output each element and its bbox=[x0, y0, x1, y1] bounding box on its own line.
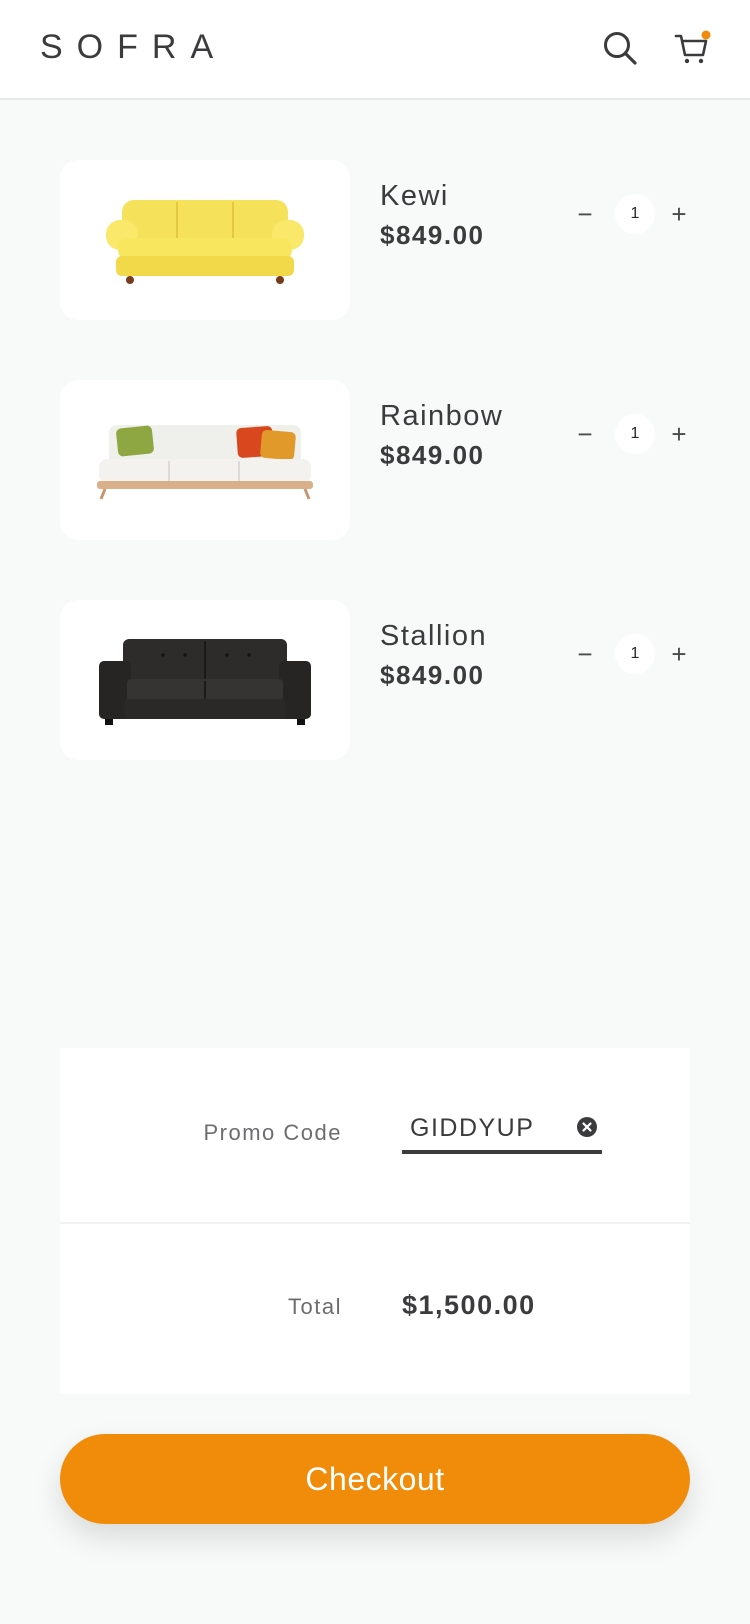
increase-quantity-button[interactable]: + bbox=[664, 194, 694, 234]
quantity-value: 1 bbox=[615, 194, 655, 234]
product-image[interactable] bbox=[60, 380, 350, 540]
product-image[interactable] bbox=[60, 160, 350, 320]
item-name: Kewi bbox=[380, 180, 449, 212]
black-leather-sofa-image bbox=[99, 639, 311, 725]
decrease-quantity-button[interactable]: − bbox=[570, 414, 600, 454]
quantity-value: 1 bbox=[615, 414, 655, 454]
promo-code-input[interactable] bbox=[410, 1106, 570, 1150]
increase-quantity-button[interactable]: + bbox=[664, 634, 694, 674]
yellow-sofa-image bbox=[106, 200, 304, 284]
item-price: $849.00 bbox=[380, 660, 485, 690]
increase-quantity-button[interactable]: + bbox=[664, 414, 694, 454]
checkout-button[interactable]: Checkout bbox=[60, 1434, 690, 1524]
item-name: Rainbow bbox=[380, 400, 504, 432]
cart-item-stallion: Stallion $849.00 − 1 + bbox=[60, 600, 700, 760]
quantity-stepper: − 1 + bbox=[570, 194, 700, 234]
cart-item-rainbow: Rainbow $849.00 − 1 + bbox=[60, 380, 700, 540]
order-summary: Promo Code Total $1,500.00 bbox=[60, 1048, 690, 1394]
search-icon[interactable] bbox=[600, 28, 640, 68]
promo-code-label: Promo Code bbox=[203, 1120, 342, 1145]
promo-code-row: Promo Code bbox=[60, 1048, 690, 1224]
decrease-quantity-button[interactable]: − bbox=[570, 634, 600, 674]
white-sofa-image bbox=[97, 425, 313, 500]
decrease-quantity-button[interactable]: − bbox=[570, 194, 600, 234]
quantity-stepper: − 1 + bbox=[570, 634, 700, 674]
quantity-value: 1 bbox=[615, 634, 655, 674]
total-label: Total bbox=[288, 1294, 342, 1319]
product-image[interactable] bbox=[60, 600, 350, 760]
total-value: $1,500.00 bbox=[402, 1290, 536, 1320]
cart-item-kewi: Kewi $849.00 − 1 + bbox=[60, 160, 700, 320]
item-price: $849.00 bbox=[380, 220, 485, 250]
brand-logo[interactable]: SOFRA bbox=[40, 28, 227, 67]
clear-icon[interactable] bbox=[576, 1116, 598, 1138]
cart-badge bbox=[701, 30, 711, 40]
cart-icon[interactable] bbox=[672, 28, 712, 68]
item-price: $849.00 bbox=[380, 440, 485, 470]
app-header: SOFRA bbox=[0, 0, 750, 100]
item-name: Stallion bbox=[380, 620, 488, 652]
promo-code-field[interactable] bbox=[402, 1106, 602, 1154]
quantity-stepper: − 1 + bbox=[570, 414, 700, 454]
